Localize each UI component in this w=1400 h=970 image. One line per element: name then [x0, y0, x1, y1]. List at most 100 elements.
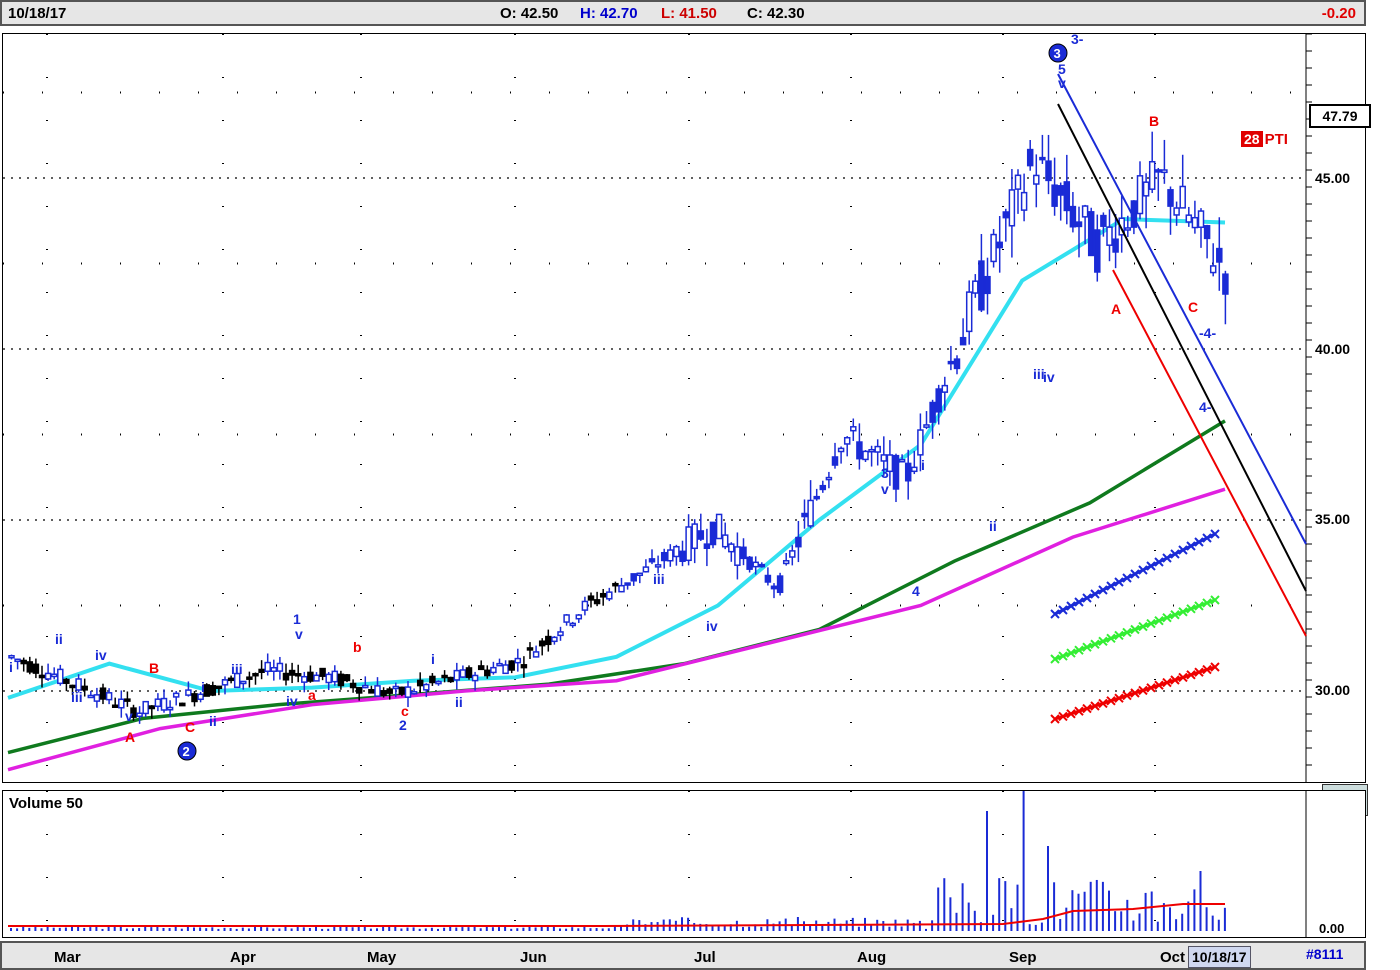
price-bar-body — [917, 429, 924, 456]
price-bar-body — [642, 566, 650, 573]
price-bar-body — [355, 687, 363, 694]
wave-label: b — [353, 639, 362, 655]
price-bar-body — [532, 651, 540, 658]
price-bar-body — [185, 689, 192, 696]
price-bar-body — [105, 692, 113, 701]
price-bar-body — [490, 666, 497, 674]
wave-label: -4- — [1199, 325, 1216, 341]
price-bar-body — [935, 388, 942, 413]
price-bar-body — [471, 674, 479, 682]
price-chart[interactable]: iiiiiiivvABCiiiiii1viv abc2iiiiiiiv3v4iii… — [3, 34, 1365, 782]
price-bar-body — [526, 647, 534, 651]
price-bar-body — [148, 705, 156, 710]
high-key: H: — [580, 5, 596, 22]
price-bar-body — [1222, 273, 1229, 295]
price-bar-body — [44, 672, 52, 680]
price-bar-body — [630, 573, 637, 582]
price-bar-body — [703, 543, 711, 549]
price-bar-body — [14, 658, 21, 663]
price-bar-body — [313, 674, 320, 682]
price-bar-body — [545, 635, 552, 646]
wave-label: 4- — [1199, 399, 1212, 415]
wave-label: iv — [706, 618, 718, 634]
price-bar-body — [947, 360, 955, 365]
price-bar-body — [270, 666, 278, 672]
price-bar-body — [862, 450, 869, 461]
price-axis-label: 45.00 — [1315, 170, 1351, 186]
price-bar-body — [1191, 216, 1199, 229]
price-bar-body — [923, 424, 930, 428]
ticker-label[interactable]: #8111 — [1306, 946, 1343, 962]
price-bar-body — [673, 545, 680, 558]
volume-panel[interactable]: Volume 50 0.00 — [2, 790, 1366, 938]
price-bar-body — [1045, 160, 1052, 182]
price-bar-body — [654, 564, 662, 568]
price-bar-body — [734, 546, 741, 566]
price-bar-body — [520, 664, 528, 669]
price-bar-body — [392, 685, 400, 690]
wave-label: iv — [95, 647, 107, 663]
price-bar-body — [728, 543, 735, 553]
price-bar-body — [441, 674, 448, 679]
price-bar-body — [349, 682, 357, 689]
price-axis-label: 40.00 — [1315, 341, 1351, 357]
low-value: L: 41.50 — [661, 5, 717, 22]
price-bar-body — [362, 684, 369, 689]
price-bar-body — [538, 640, 546, 647]
price-bar-body — [227, 677, 235, 682]
wave-label: A — [1111, 301, 1121, 317]
price-bar-body — [191, 693, 198, 703]
price-bar-body — [709, 521, 717, 546]
price-bar-body — [246, 676, 253, 680]
price-bar-body — [978, 260, 985, 311]
price-axis-label: 35.00 — [1315, 511, 1351, 527]
price-bar-body — [380, 690, 387, 696]
price-bar-body — [984, 275, 991, 295]
price-bar-body — [477, 665, 485, 671]
low-key: L: — [661, 5, 676, 22]
price-bar-body — [990, 233, 997, 263]
wave-label: v — [295, 626, 303, 642]
price-bar-body — [386, 688, 393, 694]
price-bar-body — [972, 280, 979, 294]
price-bar-body — [221, 679, 229, 686]
wave-label: C — [185, 719, 195, 735]
price-bar-body — [1057, 185, 1064, 196]
price-bar-body — [258, 668, 265, 674]
price-bar-body — [880, 454, 888, 462]
price-bar-body — [953, 358, 961, 370]
moving-average-mid — [7, 419, 1226, 755]
price-bar-body — [484, 669, 491, 677]
price-chart-panel[interactable]: i ii iii iv v A B Ci ii iii 1 v iv a b c 2 i ii iii iv 3 v 4 i ii… — [2, 33, 1371, 816]
price-bar-body — [8, 655, 15, 659]
quote-header: 10/18/17 O: 42.50 H: 42.70 L: 41.50 C: 4… — [0, 0, 1366, 26]
price-bar-body — [1124, 227, 1132, 231]
price-bar-body — [667, 549, 674, 562]
price-bar-body — [136, 712, 143, 718]
open-number: 42.50 — [520, 5, 559, 22]
wave-label: iv — [286, 693, 298, 709]
price-bar-body — [624, 582, 631, 586]
wave-label: B — [1149, 113, 1159, 129]
month-label: Mar — [54, 949, 81, 966]
price-bar-body — [1216, 247, 1223, 263]
price-bar-body — [685, 526, 692, 562]
price-bar-body — [325, 673, 332, 684]
price-bar-body — [1100, 214, 1107, 227]
volume-chart[interactable] — [3, 791, 1365, 937]
wave-label: v — [125, 708, 133, 724]
price-bar-body — [898, 458, 906, 463]
wave-label: ii — [209, 713, 217, 729]
price-bar-body — [1020, 191, 1028, 211]
price-bar-body — [1033, 174, 1040, 185]
price-bar-body — [343, 674, 351, 682]
price-bar-body — [319, 667, 326, 677]
wave-label: v — [1058, 75, 1066, 91]
price-bar-body — [1161, 169, 1168, 174]
price-bar-body — [746, 556, 753, 570]
price-bar-body — [410, 691, 418, 695]
price-bar-body — [1026, 148, 1034, 167]
month-label: Jul — [694, 949, 716, 966]
price-bar-body — [776, 575, 784, 594]
price-bar-body — [929, 401, 936, 423]
